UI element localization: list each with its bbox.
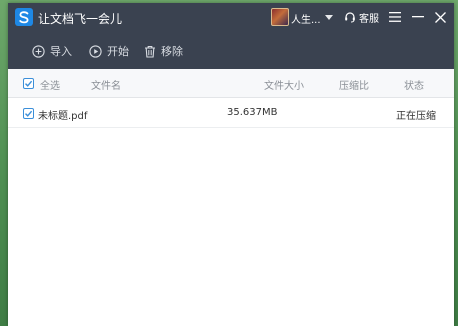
plus-circle-icon [32,44,45,58]
select-all-label[interactable]: 全选 [40,77,60,92]
app-title: 让文档飞一会儿 [38,12,123,26]
toolbar: 导入 开始 移除 [8,32,454,69]
header-file-name: 文件名 [91,81,121,92]
service-label: 客服 [359,13,379,25]
start-button[interactable]: 开始 [89,43,129,59]
start-label: 开始 [107,45,129,58]
row-file-size: 35.637MB [227,107,278,118]
row-file-name: 未标题.pdf [38,111,88,122]
row-checkbox[interactable] [23,108,34,119]
trash-icon [145,45,155,58]
avatar[interactable] [271,8,289,26]
service-button[interactable]: 客服 [344,8,379,26]
close-icon [434,11,446,23]
import-button[interactable]: 导入 [32,43,72,59]
caret-down-icon[interactable] [325,15,333,20]
import-label: 导入 [50,45,72,58]
headset-icon [345,12,355,23]
select-all-checkbox[interactable] [23,78,34,89]
app-logo-icon [15,8,33,26]
menu-button[interactable] [386,8,404,26]
checkbox-checked-icon [25,80,33,87]
header-ratio: 压缩比 [339,81,369,92]
row-status: 正在压缩 [396,111,436,122]
close-button[interactable] [431,8,449,26]
title-bar: 让文档飞一会儿 人生... 客服 [8,3,454,32]
menu-icon [389,12,401,22]
checkbox-checked-icon [25,110,33,117]
play-circle-icon [89,44,102,58]
minimize-button[interactable] [409,8,427,26]
username-label[interactable]: 人生... [291,11,321,26]
minimize-icon [412,16,424,18]
header-status: 状态 [404,81,424,92]
table-header: 全选 文件名 文件大小 压缩比 状态 [8,69,454,98]
header-file-size: 文件大小 [264,81,304,92]
remove-button[interactable]: 移除 [144,43,183,59]
remove-label: 移除 [161,45,183,58]
table-row[interactable]: 未标题.pdf 35.637MB 正在压缩 [8,98,454,128]
app-window: 让文档飞一会儿 人生... 客服 导入 开始 移除 全选 文件名 文件大小 压缩… [8,3,454,326]
